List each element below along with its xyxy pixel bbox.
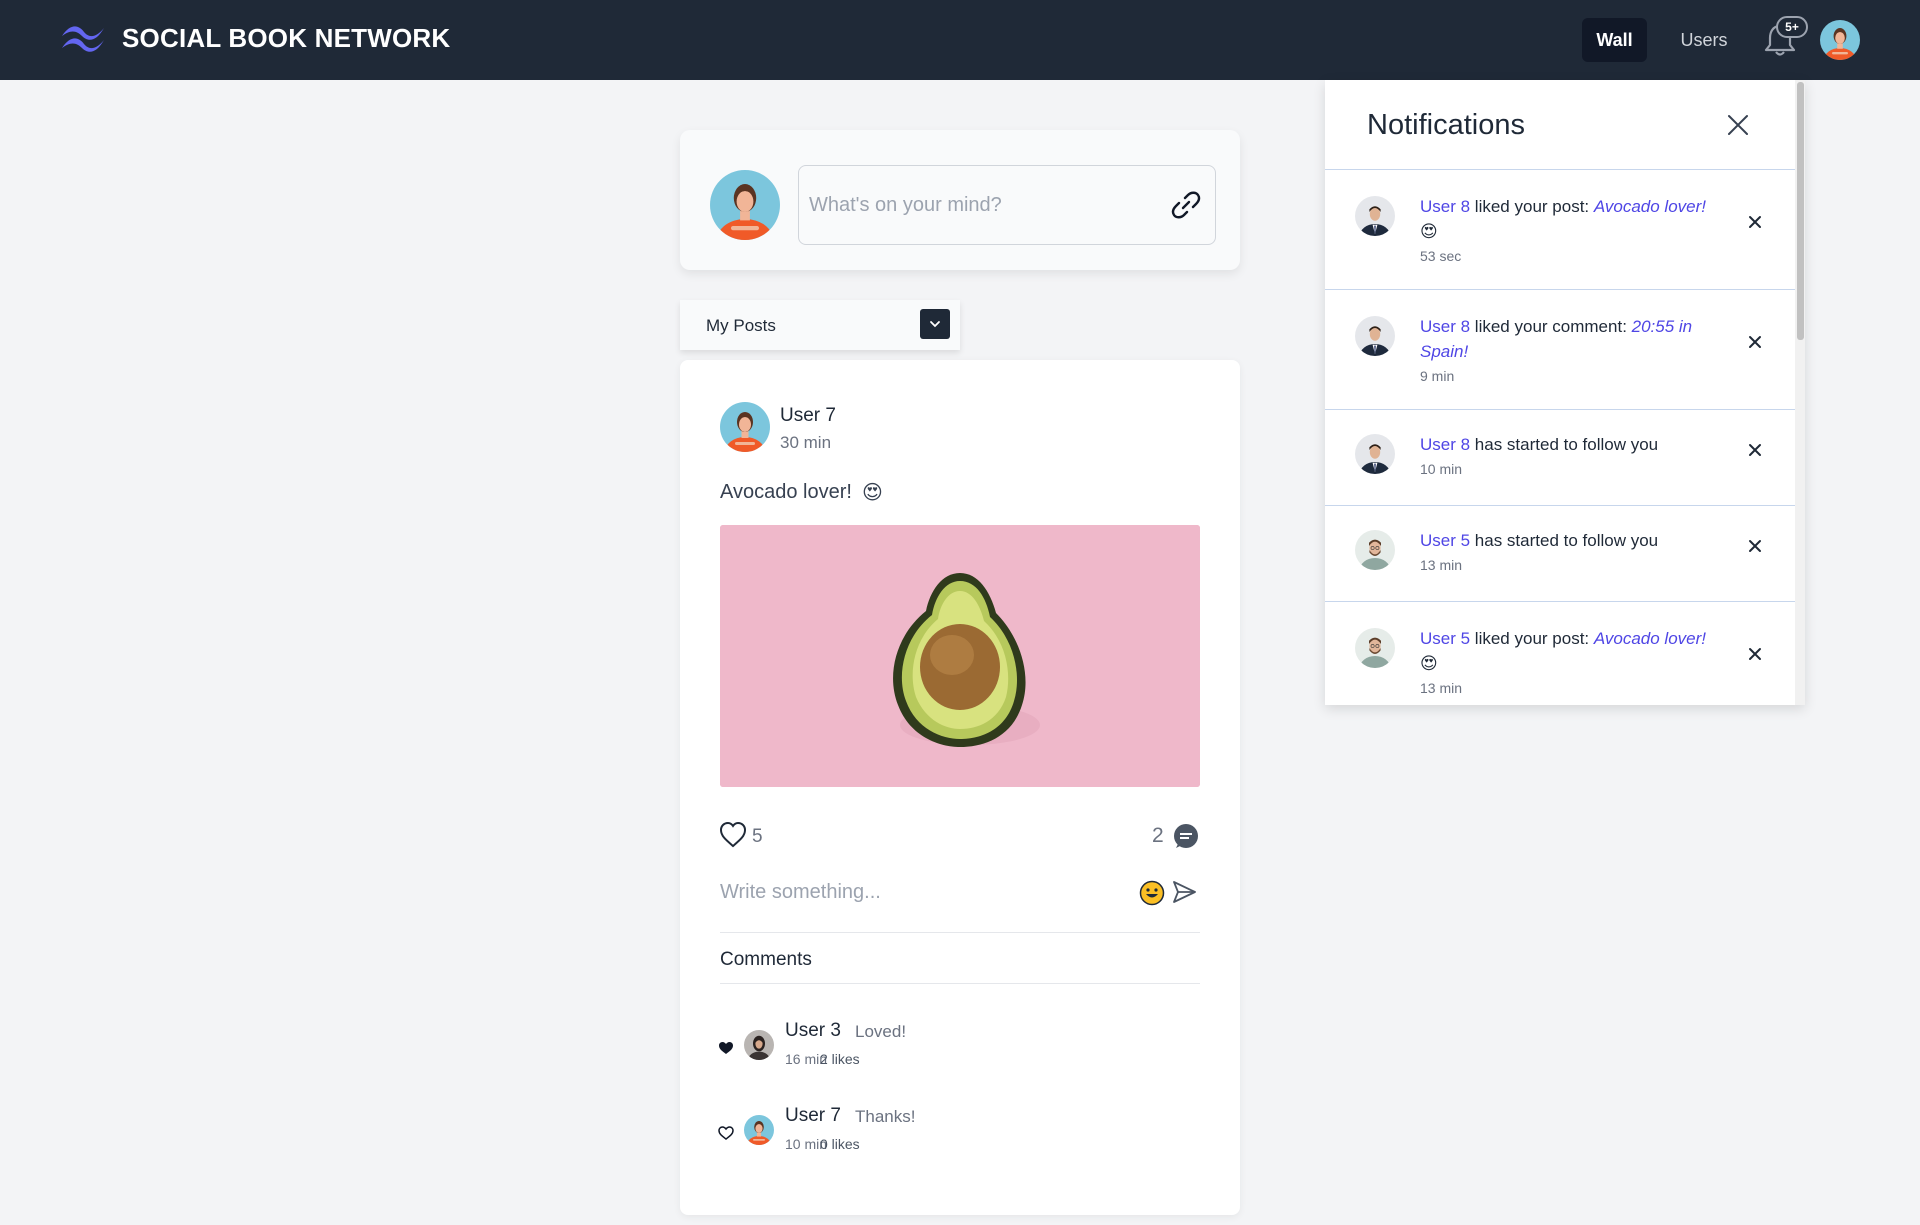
posts-filter-dropdown[interactable]: My Posts bbox=[680, 300, 960, 350]
comment-avatar[interactable] bbox=[744, 1030, 774, 1060]
heart-outline-icon[interactable] bbox=[718, 1125, 734, 1141]
notification-user-link[interactable]: User 8 bbox=[1420, 197, 1470, 216]
emoji-picker-icon[interactable] bbox=[1139, 880, 1165, 906]
wave-logo-icon bbox=[62, 26, 104, 52]
brand-name: SOCIAL BOOK NETWORK bbox=[122, 22, 451, 53]
heart-eyes-emoji: 😍 bbox=[1420, 654, 1438, 673]
notifications-panel: Notifications User 8 liked your post: Av… bbox=[1325, 80, 1805, 705]
heart-eyes-emoji: 😍 bbox=[1420, 222, 1438, 241]
notification-avatar[interactable] bbox=[1355, 530, 1395, 570]
dismiss-icon[interactable] bbox=[1745, 536, 1765, 556]
notification-time: 13 min bbox=[1420, 557, 1463, 573]
comment-author[interactable]: User 3 bbox=[785, 1020, 841, 1042]
post-composer bbox=[680, 130, 1240, 270]
comment-likes[interactable]: 2 likes bbox=[820, 1051, 860, 1067]
notifications-title: Notifications bbox=[1367, 109, 1525, 141]
notification-time: 13 min bbox=[1420, 680, 1463, 696]
notification-body: User 5 has started to follow you 13 min bbox=[1420, 528, 1720, 575]
comment-likes[interactable]: 0 likes bbox=[820, 1136, 860, 1152]
notification-body: User 8 has started to follow you 10 min bbox=[1420, 432, 1720, 479]
comment-text: Loved! bbox=[855, 1022, 907, 1041]
notification-action: has started to follow you bbox=[1470, 435, 1659, 454]
comments-heading: Comments bbox=[720, 949, 812, 970]
close-icon[interactable] bbox=[1725, 112, 1751, 138]
comment-count: 2 bbox=[1152, 824, 1164, 847]
notification-user-link[interactable]: User 8 bbox=[1420, 317, 1470, 336]
notification-item[interactable]: User 8 liked your comment: 20:55 in Spai… bbox=[1325, 290, 1795, 410]
notification-time: 10 min bbox=[1420, 461, 1463, 477]
post-timestamp: 30 min bbox=[780, 433, 832, 452]
notification-avatar[interactable] bbox=[1355, 628, 1395, 668]
post-author-name[interactable]: User 7 bbox=[780, 405, 836, 427]
scrollbar-thumb[interactable] bbox=[1797, 82, 1804, 340]
comment-item: User 3 Loved! 16 min 2 likes bbox=[718, 1020, 1198, 1080]
comment-bubble-icon[interactable] bbox=[1172, 822, 1200, 850]
notification-avatar[interactable] bbox=[1355, 434, 1395, 474]
notification-body: User 5 liked your post: Avocado lover! 😍… bbox=[1420, 626, 1720, 698]
dismiss-icon[interactable] bbox=[1745, 644, 1765, 664]
notification-action: has started to follow you bbox=[1470, 531, 1659, 550]
send-icon[interactable] bbox=[1170, 878, 1198, 906]
comment-author[interactable]: User 7 bbox=[785, 1105, 841, 1127]
notification-action: liked your post: bbox=[1470, 629, 1594, 648]
notification-avatar[interactable] bbox=[1355, 316, 1395, 356]
notification-item[interactable]: User 8 liked your post: Avocado lover! 😍… bbox=[1325, 170, 1795, 290]
notification-target-link[interactable]: Avocado lover! bbox=[1594, 197, 1706, 216]
notification-badge: 5+ bbox=[1776, 16, 1808, 38]
divider bbox=[720, 983, 1200, 984]
post-image-avocado[interactable] bbox=[720, 525, 1200, 787]
filter-toggle-button[interactable] bbox=[920, 309, 950, 339]
notification-avatar[interactable] bbox=[1355, 196, 1395, 236]
notification-time: 9 min bbox=[1420, 368, 1455, 384]
notification-body: User 8 liked your comment: 20:55 in Spai… bbox=[1420, 314, 1720, 386]
notification-action: liked your comment: bbox=[1470, 317, 1632, 336]
notification-user-link[interactable]: User 5 bbox=[1420, 629, 1470, 648]
notification-body: User 8 liked your post: Avocado lover! 😍… bbox=[1420, 194, 1720, 266]
nav-wall-button[interactable]: Wall bbox=[1582, 18, 1647, 62]
notification-action: liked your post: bbox=[1470, 197, 1594, 216]
link-icon[interactable] bbox=[1170, 189, 1202, 221]
post-text-content: Avocado lover! bbox=[720, 481, 852, 503]
like-count: 5 bbox=[752, 826, 763, 847]
chevron-down-icon bbox=[930, 321, 940, 328]
heart-eyes-emoji: 😍 bbox=[861, 482, 883, 504]
composer-avatar bbox=[710, 170, 780, 240]
post-text: Avocado lover! 😍 bbox=[720, 480, 883, 505]
nav-users-button[interactable]: Users bbox=[1664, 18, 1744, 62]
dismiss-icon[interactable] bbox=[1745, 212, 1765, 232]
post-author-avatar[interactable] bbox=[720, 402, 770, 452]
notification-user-link[interactable]: User 5 bbox=[1420, 531, 1470, 550]
user-avatar[interactable] bbox=[1820, 20, 1860, 60]
notification-time: 53 sec bbox=[1420, 248, 1462, 264]
heart-filled-icon[interactable] bbox=[718, 1040, 734, 1056]
filter-selected-label: My Posts bbox=[706, 316, 776, 335]
comment-item: User 7 Thanks! 10 min 0 likes bbox=[718, 1105, 1198, 1165]
divider bbox=[720, 932, 1200, 933]
composer-input[interactable] bbox=[798, 165, 1216, 245]
notification-item[interactable]: User 5 liked your post: Avocado lover! 😍… bbox=[1325, 602, 1795, 705]
avocado-image bbox=[720, 525, 1200, 787]
comment-input[interactable] bbox=[720, 872, 1120, 912]
brand[interactable]: SOCIAL BOOK NETWORK bbox=[60, 22, 450, 54]
comment-text: Thanks! bbox=[855, 1107, 916, 1126]
notification-user-link[interactable]: User 8 bbox=[1420, 435, 1470, 454]
dismiss-icon[interactable] bbox=[1745, 440, 1765, 460]
heart-outline-icon[interactable] bbox=[718, 820, 748, 850]
top-navbar: SOCIAL BOOK NETWORK Wall Users 5+ bbox=[0, 0, 1920, 80]
notification-item[interactable]: User 5 has started to follow you 13 min bbox=[1325, 506, 1795, 602]
comment-avatar[interactable] bbox=[744, 1115, 774, 1145]
post-card: User 7 30 min Avocado lover! 😍 5 2 Write… bbox=[680, 360, 1240, 1215]
notification-item[interactable]: User 8 has started to follow you 10 min bbox=[1325, 410, 1795, 506]
dismiss-icon[interactable] bbox=[1745, 332, 1765, 352]
notification-target-link[interactable]: Avocado lover! bbox=[1594, 629, 1706, 648]
